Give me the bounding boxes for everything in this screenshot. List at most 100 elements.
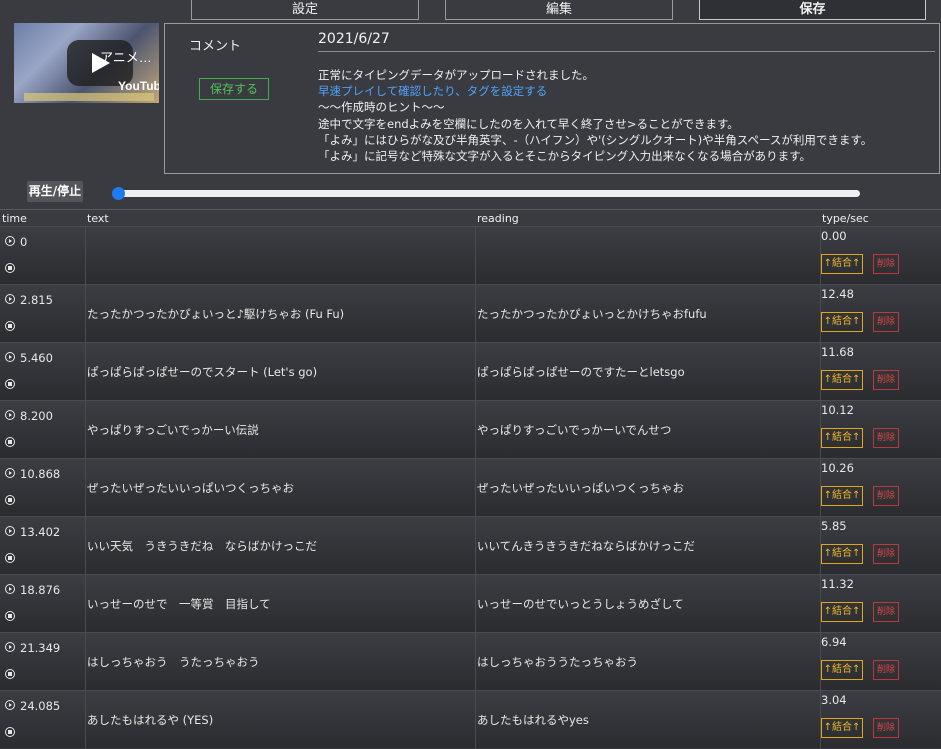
play-line-icon[interactable]	[5, 410, 15, 420]
text-cell[interactable]: ぜったいぜったいいっぱいつくっちゃお	[85, 459, 476, 516]
lyric-text[interactable]: たったかつったかぴょいっと♪駆けちゃお (Fu Fu)	[87, 306, 344, 322]
time-value[interactable]: 24.085	[20, 699, 60, 713]
stop-icon[interactable]	[5, 669, 15, 679]
merge-button[interactable]: ↑結合↑	[821, 312, 863, 332]
lyric-reading[interactable]: やっぱりすっごいでっかーいでんせつ	[477, 422, 671, 438]
delete-button[interactable]: 削除	[873, 312, 899, 332]
text-cell[interactable]	[85, 227, 476, 284]
lyric-text[interactable]: はしっちゃおう うたっちゃおう	[87, 654, 260, 670]
header-time: time	[2, 212, 27, 225]
stop-icon[interactable]	[5, 611, 15, 621]
lyric-reading[interactable]: あしたもはれるやyes	[477, 712, 589, 728]
merge-button[interactable]: ↑結合↑	[821, 602, 863, 622]
stop-icon[interactable]	[5, 321, 15, 331]
time-value[interactable]: 10.868	[20, 467, 60, 481]
merge-button[interactable]: ↑結合↑	[821, 718, 863, 738]
play-and-tag-link[interactable]: 早速プレイして確認したり、タグを設定する	[318, 83, 872, 99]
upload-success-message: 正常にタイピングデータがアップロードされました。	[318, 68, 594, 82]
merge-button[interactable]: ↑結合↑	[821, 544, 863, 564]
hint-line-1: 途中で文字をendよみを空欄にしたのを入れて早く終了させ>ることができます。	[318, 116, 739, 131]
stop-icon[interactable]	[5, 553, 15, 563]
play-line-icon[interactable]	[5, 642, 15, 652]
time-value[interactable]: 13.402	[20, 525, 60, 539]
delete-button[interactable]: 削除	[873, 428, 899, 448]
lyric-text[interactable]: ぱっぱらぱっぱせーのでスタート (Let's go)	[87, 364, 317, 380]
stop-icon[interactable]	[5, 727, 15, 737]
reading-cell[interactable]: やっぱりすっごいでっかーいでんせつ	[475, 401, 821, 458]
tab-save[interactable]: 保存	[699, 0, 926, 20]
lyric-reading[interactable]: ぜったいぜったいいっぱいつくっちゃお	[477, 480, 684, 496]
delete-button[interactable]: 削除	[873, 370, 899, 390]
merge-button[interactable]: ↑結合↑	[821, 486, 863, 506]
text-cell[interactable]: あしたもはれるや (YES)	[85, 691, 476, 748]
text-cell[interactable]: いい天気 うきうきだね ならばかけっこだ	[85, 517, 476, 574]
merge-button[interactable]: ↑結合↑	[821, 428, 863, 448]
delete-button[interactable]: 削除	[873, 544, 899, 564]
stop-icon[interactable]	[5, 263, 15, 273]
reading-cell[interactable]: ぱっぱらぱっぱせーのですたーとletsgo	[475, 343, 821, 400]
play-line-icon[interactable]	[5, 700, 15, 710]
reading-cell[interactable]: いいてんきうきうきだねならばかけっこだ	[475, 517, 821, 574]
seek-slider-thumb[interactable]	[112, 187, 125, 200]
tab-settings[interactable]: 設定	[191, 0, 419, 20]
time-value[interactable]: 0	[20, 235, 27, 249]
merge-button[interactable]: ↑結合↑	[821, 370, 863, 390]
hint-heading: ～～作成時のヒント～～	[318, 100, 445, 115]
time-value[interactable]: 8.200	[20, 409, 53, 423]
lyric-text[interactable]: やっぱりすっごいでっかーい伝説	[87, 422, 259, 438]
text-cell[interactable]: いっせーのせで 一等賞 目指して	[85, 575, 476, 632]
lyric-text[interactable]: いっせーのせで 一等賞 目指して	[87, 596, 271, 612]
merge-button[interactable]: ↑結合↑	[821, 660, 863, 680]
text-cell[interactable]: はしっちゃおう うたっちゃおう	[85, 633, 476, 690]
play-line-icon[interactable]	[5, 294, 15, 304]
time-value[interactable]: 18.876	[20, 583, 60, 597]
youtube-logo: YouTube	[118, 79, 159, 93]
time-value[interactable]: 21.349	[20, 641, 60, 655]
play-line-icon[interactable]	[5, 352, 15, 362]
video-thumbnail[interactable]: アニメ… YouTube	[14, 23, 159, 103]
lyric-reading[interactable]: たったかつったかぴょいっとかけちゃおfufu	[477, 306, 707, 322]
thumbnail-banner	[24, 93, 154, 101]
seek-slider[interactable]	[117, 190, 860, 197]
reading-cell[interactable]	[475, 227, 821, 284]
stop-icon[interactable]	[5, 495, 15, 505]
save-button[interactable]: 保存する	[199, 78, 269, 100]
delete-button[interactable]: 削除	[873, 718, 899, 738]
lyric-reading[interactable]: いっせーのせでいっとうしょうめざして	[477, 596, 684, 612]
delete-button[interactable]: 削除	[873, 486, 899, 506]
delete-button[interactable]: 削除	[873, 602, 899, 622]
stop-icon[interactable]	[5, 437, 15, 447]
delete-button[interactable]: 削除	[873, 254, 899, 274]
text-cell[interactable]: やっぱりすっごいでっかーい伝説	[85, 401, 476, 458]
play-line-icon[interactable]	[5, 526, 15, 536]
time-cell: 24.085	[0, 691, 86, 748]
comment-field[interactable]: 2021/6/27	[318, 31, 935, 52]
tab-edit[interactable]: 編集	[445, 0, 673, 20]
reading-cell[interactable]: はしっちゃおううたっちゃおう	[475, 633, 821, 690]
type-per-sec-value: 10.12	[821, 403, 854, 417]
play-line-icon[interactable]	[5, 236, 15, 246]
play-line-icon[interactable]	[5, 584, 15, 594]
delete-button[interactable]: 削除	[873, 660, 899, 680]
lyric-reading[interactable]: はしっちゃおううたっちゃおう	[477, 654, 638, 670]
lyric-text[interactable]: あしたもはれるや (YES)	[87, 712, 213, 728]
reading-cell[interactable]: たったかつったかぴょいっとかけちゃおfufu	[475, 285, 821, 342]
reading-cell[interactable]: あしたもはれるやyes	[475, 691, 821, 748]
time-value[interactable]: 2.815	[20, 293, 53, 307]
text-cell[interactable]: たったかつったかぴょいっと♪駆けちゃお (Fu Fu)	[85, 285, 476, 342]
play-pause-button[interactable]: 再生/停止	[27, 181, 83, 202]
table-row: 13.402 いい天気 うきうきだね ならばかけっこだ いいてんきうきうきだねならば…	[0, 516, 941, 574]
play-line-icon[interactable]	[5, 468, 15, 478]
reading-cell[interactable]: ぜったいぜったいいっぱいつくっちゃお	[475, 459, 821, 516]
lyric-text[interactable]: ぜったいぜったいいっぱいつくっちゃお	[87, 480, 294, 496]
text-cell[interactable]: ぱっぱらぱっぱせーのでスタート (Let's go)	[85, 343, 476, 400]
stop-icon[interactable]	[5, 379, 15, 389]
table-row: 0 0.00 ↑結合↑ 削除	[0, 226, 941, 284]
merge-button[interactable]: ↑結合↑	[821, 254, 863, 274]
reading-cell[interactable]: いっせーのせでいっとうしょうめざして	[475, 575, 821, 632]
time-value[interactable]: 5.460	[20, 351, 53, 365]
lyric-text[interactable]: いい天気 うきうきだね ならばかけっこだ	[87, 538, 317, 554]
time-cell: 2.815	[0, 285, 86, 342]
lyric-reading[interactable]: いいてんきうきうきだねならばかけっこだ	[477, 538, 695, 554]
lyric-reading[interactable]: ぱっぱらぱっぱせーのですたーとletsgo	[477, 364, 685, 380]
